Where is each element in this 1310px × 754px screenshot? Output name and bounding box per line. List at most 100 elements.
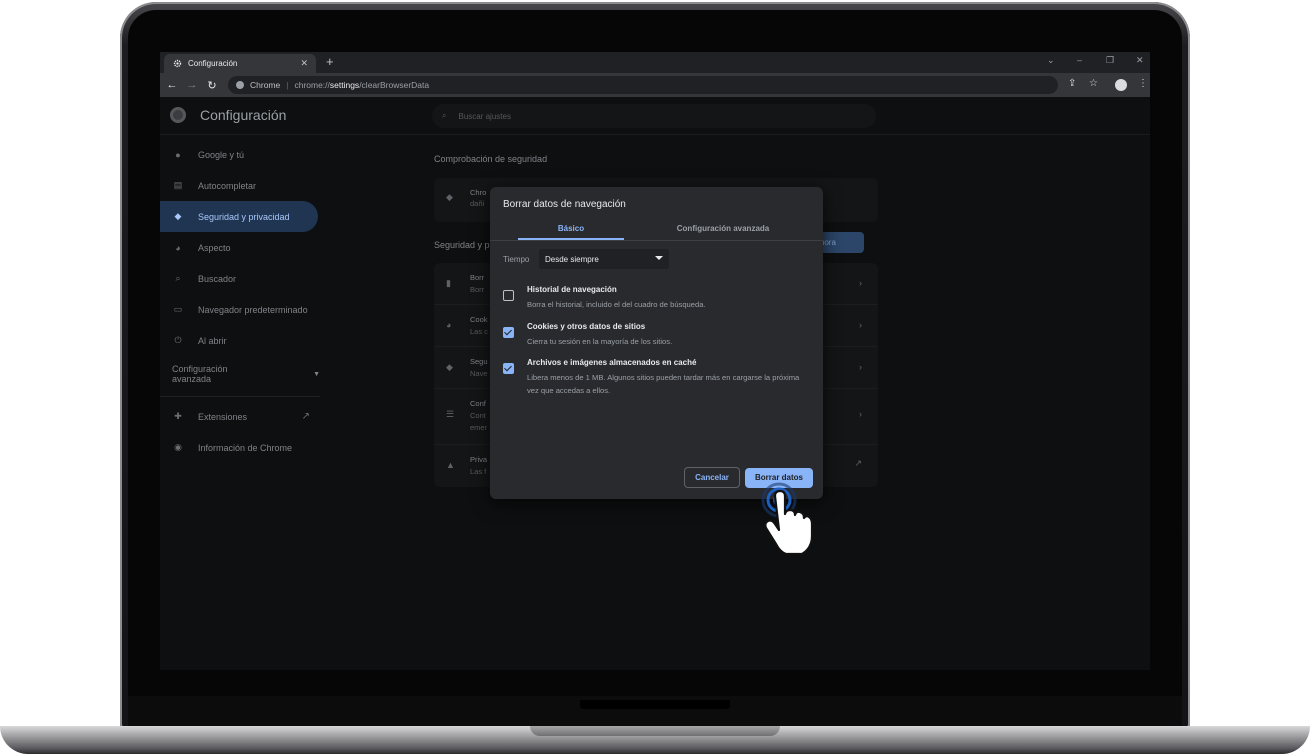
browser-toolbar: ← → ↻ Chrome | chrome://settings/clearBr…	[160, 73, 1150, 97]
sidebar-divider	[160, 396, 320, 397]
chevron-right-icon: ›	[859, 409, 862, 419]
option-description: Borra el historial, incluido el del cuad…	[527, 300, 706, 309]
sidebar-item-search-engine[interactable]: ⌕ Buscador	[160, 263, 320, 294]
tab-title: Configuración	[188, 59, 238, 68]
search-placeholder: Buscar ajustes	[458, 111, 511, 121]
option-title: Archivos e imágenes almacenados en caché	[527, 358, 697, 367]
option-description: Libera menos de 1 MB. Algunos sitios pue…	[527, 373, 800, 395]
external-link-icon: ↗	[301, 411, 310, 422]
url-host: settings	[329, 80, 360, 90]
option-description: Cierra tu sesión en la mayoría de los si…	[527, 337, 673, 346]
sidebar-item-label: Navegador predeterminado	[198, 304, 308, 315]
shield-icon: ◆	[174, 211, 182, 221]
sidebar-item-label: Aspecto	[198, 242, 231, 253]
sidebar-item-google[interactable]: ● Google y tú	[160, 139, 320, 170]
sidebar-item-default-browser[interactable]: ▭ Navegador predeterminado	[160, 294, 320, 325]
dropdown-arrow-icon	[655, 256, 663, 260]
privacy-row-sub: Las c	[470, 327, 488, 336]
close-tab-icon[interactable]: ✕	[300, 58, 308, 69]
sidebar-item-autofill[interactable]: ▤ Autocompletar	[160, 170, 320, 201]
sidebar-item-about[interactable]: ◉ Información de Chrome	[160, 432, 320, 463]
trash-icon: ▮	[446, 278, 451, 288]
address-bar[interactable]: Chrome | chrome://settings/clearBrowserD…	[228, 76, 1058, 94]
chevron-right-icon: ›	[859, 278, 862, 288]
forward-arrow-icon[interactable]: →	[182, 79, 202, 91]
chevron-right-icon: ›	[859, 362, 862, 372]
minimize-icon[interactable]: –	[1077, 55, 1082, 65]
cache-checkbox[interactable]	[503, 363, 514, 374]
search-icon: ⌕	[175, 273, 181, 283]
dialog-title: Borrar datos de navegación	[503, 199, 626, 210]
profile-avatar-icon[interactable]	[1115, 79, 1127, 91]
sidebar-item-label: Seguridad y privacidad	[198, 211, 290, 222]
chrome-site-icon	[236, 81, 244, 89]
safety-row-sub: dañi	[470, 199, 485, 208]
privacy-row-sub: Nave	[470, 369, 488, 378]
privacy-row-title: Priva	[470, 455, 488, 464]
chevron-down-icon: ▼	[313, 370, 320, 378]
option-title: Cookies y otros datos de sitios	[527, 322, 646, 331]
privacy-row-title: Segu	[470, 357, 488, 366]
menu-dots-icon[interactable]: ⋮	[1138, 78, 1148, 89]
chevron-right-icon: ›	[859, 320, 862, 330]
clear-browsing-data-dialog: Borrar datos de navegación Básico Config…	[490, 187, 823, 499]
cookies-checkbox[interactable]	[503, 327, 514, 338]
laptop-notch	[580, 700, 730, 709]
tab-indicator	[518, 238, 624, 240]
laptop-base-groove	[530, 726, 780, 736]
chrome-logo-icon: ◉	[174, 442, 182, 452]
sidebar-item-label: Autocompletar	[198, 180, 257, 191]
chrome-logo-icon	[170, 107, 186, 123]
sidebar-item-label: Google y tú	[198, 149, 245, 160]
time-range-value: Desde siempre	[545, 254, 599, 264]
tab-strip: Configuración ✕ + ⌄ – ❐ ✕	[160, 52, 1150, 73]
power-icon: ⏻	[174, 335, 182, 345]
cancel-button[interactable]: Cancelar	[684, 467, 740, 488]
sidebar-advanced-label: Configuración avanzada	[172, 364, 228, 384]
dialog-tabs: Básico Configuración avanzada	[490, 221, 823, 241]
tab-basic[interactable]: Básico	[518, 224, 624, 233]
page-title: Configuración	[200, 107, 287, 123]
sliders-icon: ☰	[446, 409, 455, 419]
shield-icon: ◆	[446, 362, 453, 372]
privacy-row-title: Borr	[470, 273, 485, 282]
hand-pointer-icon	[755, 482, 825, 562]
close-window-icon[interactable]: ✕	[1136, 55, 1144, 66]
url-text: chrome://settings/clearBrowserData	[294, 80, 429, 90]
tab-settings[interactable]: Configuración ✕	[164, 54, 316, 73]
history-checkbox[interactable]	[503, 290, 514, 301]
privacy-row-title: Conf	[470, 399, 486, 408]
puzzle-icon: ✚	[174, 411, 182, 421]
sidebar-item-security[interactable]: ◆ Seguridad y privacidad	[160, 201, 318, 232]
browser-icon: ▭	[173, 304, 183, 314]
chevron-down-icon[interactable]: ⌄	[1047, 55, 1055, 66]
sidebar-item-label: Al abrir	[198, 335, 227, 346]
privacy-section-title: Seguridad y p	[434, 240, 490, 250]
sidebar-item-extensions[interactable]: ✚ Extensiones ↗	[160, 401, 320, 432]
time-range-select[interactable]: Desde siempre	[539, 249, 669, 269]
person-icon: ●	[175, 149, 181, 160]
tab-advanced[interactable]: Configuración avanzada	[655, 224, 791, 233]
restore-icon[interactable]: ❐	[1106, 55, 1114, 66]
back-arrow-icon[interactable]: ←	[162, 79, 182, 91]
sidebar-item-label: Buscador	[198, 273, 237, 284]
settings-search[interactable]: ⌕ Buscar ajustes	[432, 104, 876, 128]
sidebar-advanced[interactable]: Configuración avanzada ▼	[160, 356, 320, 392]
flask-icon: ▲	[446, 460, 455, 470]
privacy-row-sub: Cont	[470, 411, 486, 420]
url-path: /clearBrowserData	[359, 80, 430, 90]
option-title: Historial de navegación	[527, 285, 617, 294]
sidebar-item-appearance[interactable]: ◕ Aspecto	[160, 232, 320, 263]
browser-window: Configuración ✕ + ⌄ – ❐ ✕ ← → ↻ Chrome |…	[160, 52, 1150, 670]
bookmark-star-icon[interactable]: ☆	[1089, 78, 1098, 89]
laptop-frame: Configuración ✕ + ⌄ – ❐ ✕ ← → ↻ Chrome |…	[0, 0, 1310, 754]
reload-icon[interactable]: ↻	[202, 79, 222, 92]
safety-check-title: Comprobación de seguridad	[434, 154, 548, 164]
settings-sidebar: ● Google y tú ▤ Autocompletar ◆ Seguridad y…	[160, 139, 320, 463]
new-tab-button[interactable]: +	[326, 55, 334, 69]
sidebar-item-on-startup[interactable]: ⏻ Al abrir	[160, 325, 320, 356]
share-icon[interactable]: ⇪	[1068, 78, 1076, 89]
safety-row-title: Chro	[470, 188, 487, 197]
gear-icon	[172, 59, 182, 69]
sidebar-item-label: Información de Chrome	[198, 442, 293, 453]
